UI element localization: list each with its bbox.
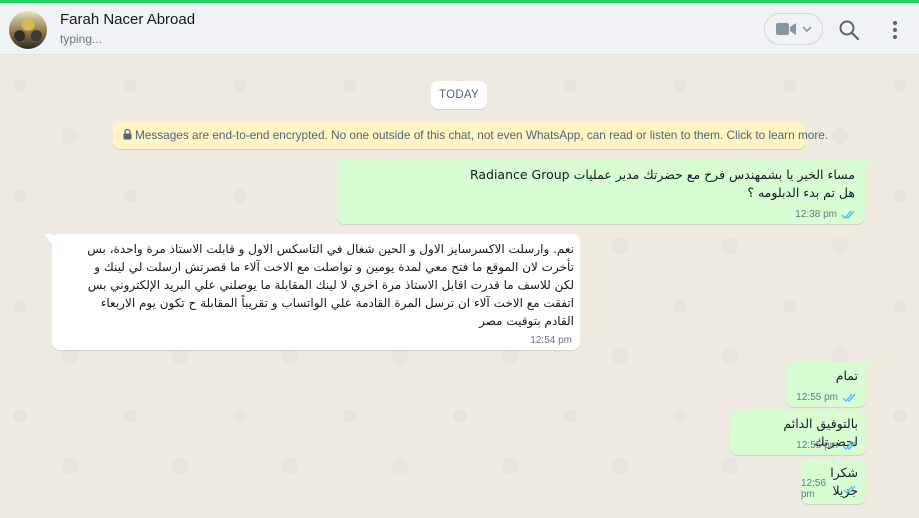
read-ticks-icon (841, 210, 855, 220)
message-meta: 12:54 pm (530, 335, 572, 346)
message-outgoing[interactable]: مساء الخير يا بشمهندس فرح مع حضرتك مدير … (337, 159, 873, 224)
typing-status: typing... (60, 32, 103, 46)
chat-area[interactable]: TODAY Messages are end-to-end encrypted.… (0, 56, 919, 518)
encryption-notice-text: Messages are end-to-end encrypted. No on… (135, 128, 829, 142)
message-outgoing[interactable]: بالتوفيق الدائم لحضرتك 12:55 pm (730, 410, 866, 455)
lock-icon (123, 128, 132, 140)
video-call-button[interactable] (764, 13, 823, 45)
message-time: 12:38 pm (795, 209, 837, 220)
read-ticks-icon (842, 441, 856, 451)
encryption-notice[interactable]: Messages are end-to-end encrypted. No on… (113, 122, 828, 149)
message-time: 12:54 pm (530, 335, 572, 346)
read-ticks-icon (843, 485, 856, 494)
message-meta: 12:38 pm (795, 209, 857, 220)
message-meta: 12:55 pm (796, 440, 858, 451)
message-outgoing[interactable]: تمام 12:55 pm (786, 362, 874, 407)
contact-name[interactable]: Farah Nacer Abroad (60, 11, 195, 28)
search-icon[interactable] (838, 19, 860, 41)
chat-header: Farah Nacer Abroad typing... (0, 3, 919, 55)
date-divider: TODAY (431, 81, 487, 109)
message-text: نعم. وارسلت الاكسرسايز الاول و الحين شغا… (87, 242, 574, 328)
chevron-down-icon (802, 26, 812, 33)
message-time: 12:55 pm (796, 392, 838, 403)
message-time: 12:55 pm (796, 440, 838, 451)
bubble-tail (44, 234, 53, 245)
message-text: تمام (835, 368, 858, 383)
message-time: 12:56 pm (801, 478, 827, 500)
read-ticks-icon (842, 393, 856, 403)
message-incoming[interactable]: نعم. وارسلت الاكسرسايز الاول و الحين شغا… (44, 234, 580, 350)
message-text: مساء الخير يا بشمهندس فرح مع حضرتك مدير … (469, 167, 855, 200)
message-outgoing[interactable]: شكرا جزيلا 12:56 pm (801, 459, 866, 504)
menu-icon[interactable] (884, 19, 906, 41)
message-meta: 12:56 pm (801, 478, 858, 500)
bubble-tail (865, 362, 874, 373)
bubble-tail (864, 159, 873, 170)
message-meta: 12:55 pm (796, 392, 858, 403)
avatar[interactable] (9, 11, 47, 49)
video-call-icon (776, 23, 796, 35)
